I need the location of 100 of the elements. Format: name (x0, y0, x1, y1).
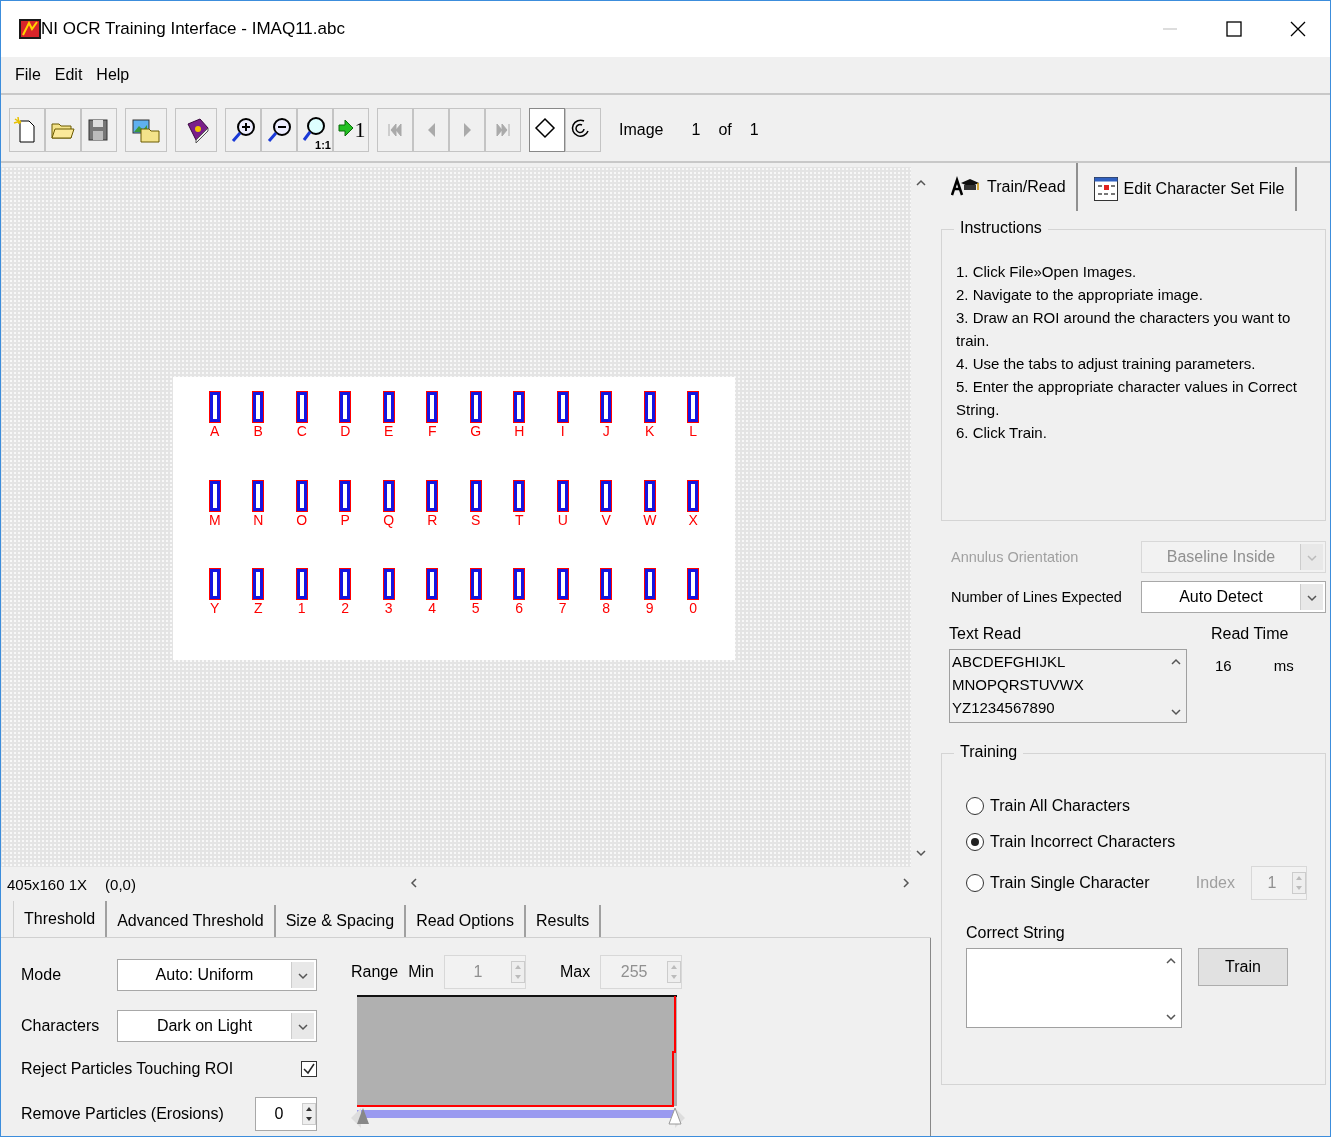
dropdown[interactable]: Auto: Uniform (117, 959, 317, 992)
character-label: A (210, 423, 220, 439)
menu-item[interactable]: Help (96, 66, 130, 84)
checkbox-label: Reject Particles Touching ROI (21, 1060, 234, 1079)
character-label: M (208, 511, 221, 528)
radio-button[interactable] (966, 833, 984, 851)
unit-label: ms (1273, 657, 1294, 674)
character-box (295, 479, 308, 512)
character-box (469, 391, 482, 423)
zoom-out-icon (265, 116, 293, 144)
character-label: K (645, 423, 655, 439)
instruction-text: 2. Navigate to the appropriate image. (956, 285, 1204, 305)
character-label: S (471, 511, 481, 528)
character-box (469, 568, 482, 601)
images-folder-icon (131, 116, 161, 144)
character-label: 5 (471, 600, 480, 617)
last-icon (496, 123, 510, 137)
range-max-handle[interactable] (668, 1107, 682, 1125)
field-label: Number of Lines Expected (951, 589, 1123, 605)
tab[interactable]: Threshold (13, 901, 108, 937)
field-label: Characters (21, 1016, 101, 1035)
toolbar-button[interactable] (175, 108, 217, 152)
character-box (513, 568, 526, 601)
previous-icon (427, 123, 435, 137)
toolbar-button[interactable] (225, 108, 261, 152)
character-box (252, 479, 265, 512)
checkbox[interactable] (301, 1061, 317, 1078)
character-label: H (514, 423, 525, 439)
character-box (426, 568, 439, 601)
radio-option[interactable]: Train Single Character (966, 871, 1150, 895)
character-label: 9 (645, 600, 654, 617)
character-label: V (601, 511, 611, 528)
character-box (687, 391, 700, 423)
character-box (295, 391, 308, 423)
character-box (643, 391, 656, 423)
app-icon (19, 19, 41, 39)
toolbar-button[interactable]: 1:1 (297, 108, 333, 152)
radio-option[interactable]: Train Incorrect Characters (966, 830, 1176, 854)
character-box (513, 391, 526, 423)
character-box (469, 479, 482, 512)
menu-item[interactable]: Edit (54, 66, 83, 84)
character-label: W (643, 511, 657, 528)
text-line: MNOPQRSTUVWX (952, 675, 1085, 695)
number-field[interactable]: 0 (255, 1096, 317, 1131)
character-grid-icon (1093, 177, 1118, 201)
menu-item[interactable]: File (15, 66, 41, 84)
toolbar-button[interactable]: 1 (333, 108, 369, 152)
character-label: E (384, 423, 394, 439)
next-icon (463, 123, 471, 137)
character-label: Q (383, 511, 395, 528)
character-label: 0 (689, 600, 698, 617)
radio-button[interactable] (966, 797, 984, 815)
toolbar-button[interactable] (565, 108, 601, 152)
character-label: J (602, 423, 610, 439)
character-box (295, 568, 308, 601)
character-box (687, 568, 700, 601)
character-box (382, 391, 395, 423)
min-label: Min (408, 963, 434, 981)
toolbar-button[interactable] (529, 108, 565, 152)
text-read-field[interactable]: ABCDEFGHIJKL MNOPQRSTUVWX YZ1234567890 (949, 649, 1187, 723)
character-box (513, 479, 526, 512)
character-label: N (253, 511, 264, 528)
character-label: 6 (515, 600, 524, 617)
character-label: 7 (558, 600, 567, 617)
character-label: P (340, 511, 350, 528)
spinner-arrows-icon (667, 961, 682, 983)
character-box (643, 479, 656, 512)
close-icon[interactable] (1290, 21, 1306, 37)
character-box (339, 568, 352, 601)
toolbar-button[interactable] (81, 108, 117, 152)
field-label: Annulus Orientation (951, 549, 1080, 565)
radio-button[interactable] (966, 874, 984, 892)
character-box (339, 391, 352, 423)
character-label: T (514, 511, 524, 528)
character-box (208, 479, 221, 512)
correct-string-field[interactable] (966, 948, 1182, 1028)
character-label: 1 (297, 600, 306, 617)
image-view[interactable]: A B C D E F G H I J K L M N O P Q R S T U V W X Y Z 1 2 3 4 5 6 7 8 9 0 (1, 167, 911, 867)
field-label: Mode (21, 966, 63, 985)
image-size-text: 405x160 1X (7, 875, 88, 893)
character-box (426, 479, 439, 512)
max-label: Max (559, 963, 591, 981)
character-label: Y (210, 600, 220, 617)
character-box (382, 479, 395, 512)
character-box (643, 568, 656, 601)
radio-option[interactable]: Train All Characters (966, 794, 1130, 818)
character-label: 2 (341, 600, 350, 617)
maximize-icon[interactable] (1226, 21, 1242, 37)
range-min-handle[interactable] (357, 1108, 369, 1124)
read-time-value: 16 (1215, 657, 1232, 674)
of-label: of (718, 121, 732, 139)
character-box (426, 391, 439, 423)
field-label: Remove Particles (Erosions) (21, 1104, 224, 1123)
character-box (382, 568, 395, 601)
toolbar-button[interactable] (261, 108, 297, 152)
character-label: O (296, 511, 308, 528)
dropdown[interactable]: Auto Detect (1141, 581, 1326, 613)
dropdown[interactable]: Dark on Light (117, 1009, 317, 1042)
train-button[interactable]: Train (1198, 948, 1288, 986)
image-count: 1 (749, 121, 759, 139)
